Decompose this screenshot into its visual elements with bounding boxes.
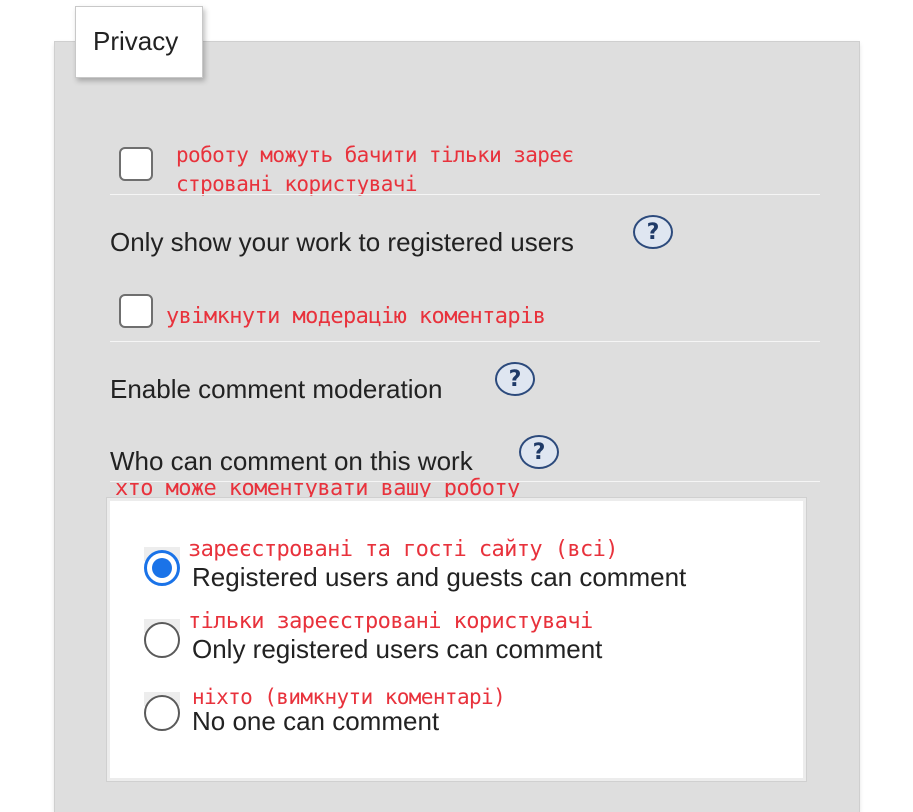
section-title-text: Privacy bbox=[93, 26, 179, 56]
privacy-section-title: Privacy bbox=[75, 6, 203, 78]
option-no-one-label[interactable]: No one can comment bbox=[192, 706, 439, 737]
question-mark-icon[interactable]: ? bbox=[519, 435, 559, 469]
comment-moderation-checkbox[interactable] bbox=[119, 294, 153, 328]
option-registered-only-annotation: тільки зареєстровані користувачі bbox=[188, 609, 593, 634]
radio-registered-and-guests[interactable] bbox=[144, 550, 180, 586]
option-registered-and-guests-annotation: зареєстровані та гості сайту (всі) bbox=[188, 537, 619, 562]
question-mark-icon[interactable]: ? bbox=[633, 215, 673, 249]
registered-only-label: Only show your work to registered users bbox=[110, 227, 574, 257]
question-mark-icon[interactable]: ? bbox=[495, 362, 535, 396]
registered-only-annotation-line2: стровані користувачі bbox=[176, 172, 417, 196]
who-can-comment-label: Who can comment on this work bbox=[110, 446, 473, 476]
registered-only-checkbox[interactable] bbox=[119, 147, 153, 181]
option-registered-only-label[interactable]: Only registered users can comment bbox=[192, 634, 602, 665]
radio-registered-only[interactable] bbox=[144, 622, 180, 658]
moderation-annotation: увімкнути модерацію коментарів bbox=[166, 304, 546, 329]
comment-moderation-label: Enable comment moderation bbox=[110, 374, 443, 404]
divider bbox=[110, 194, 820, 195]
who-can-comment-annotation: хто може коментувати вашу роботу bbox=[115, 476, 520, 501]
radio-no-one[interactable] bbox=[144, 695, 180, 731]
option-registered-and-guests-label[interactable]: Registered users and guests can comment bbox=[192, 562, 686, 593]
divider bbox=[110, 341, 820, 342]
registered-only-annotation-line1: роботу можуть бачити тільки зареє bbox=[176, 143, 574, 167]
